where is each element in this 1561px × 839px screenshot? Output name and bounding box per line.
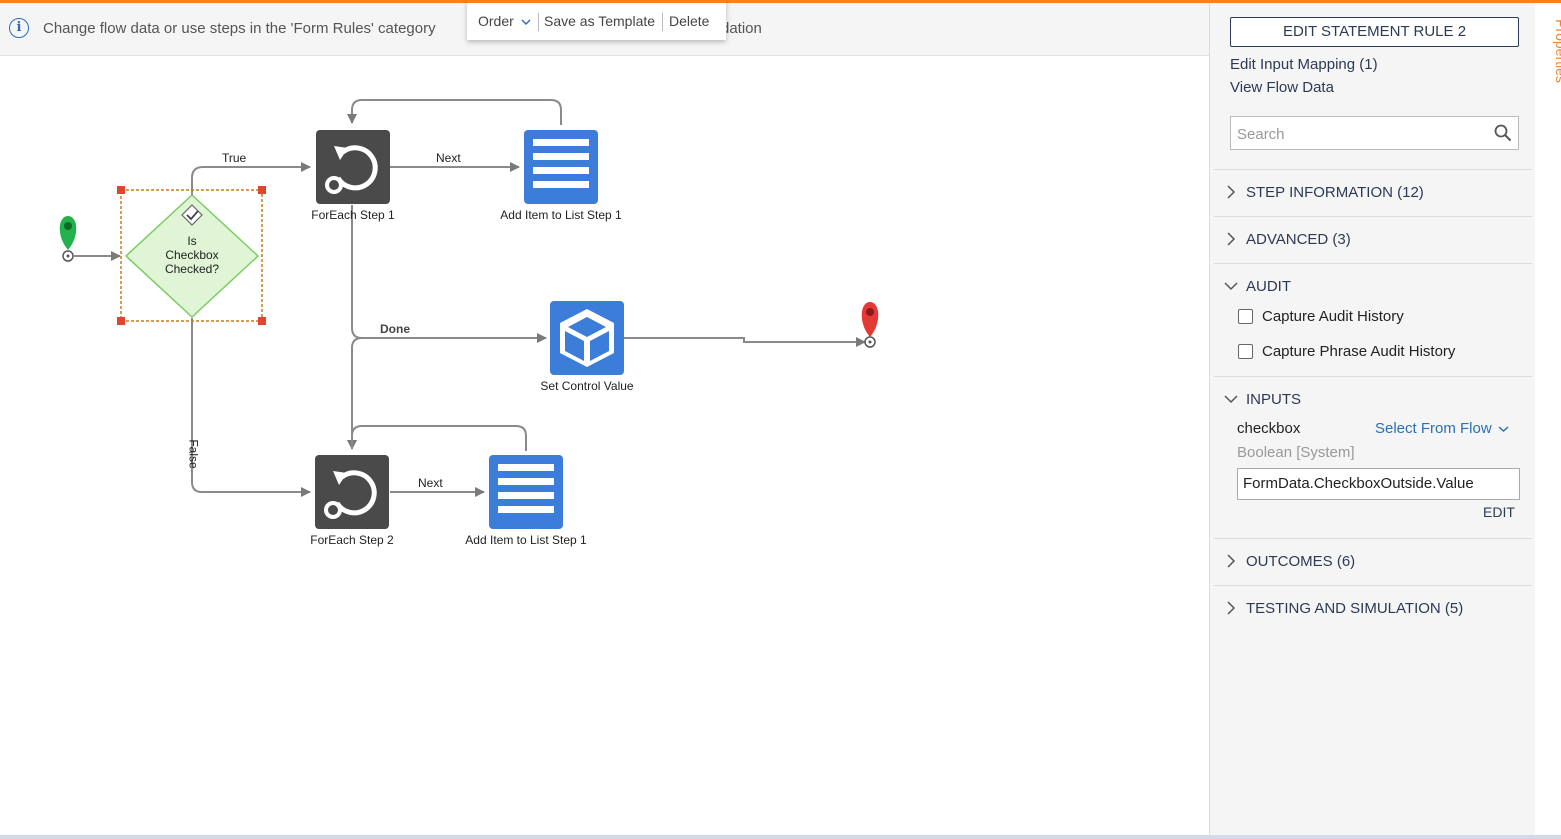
edge-label-next-1[interactable]: Next xyxy=(436,151,461,165)
decision-label-line-2: Checkbox xyxy=(165,248,219,262)
section-audit[interactable]: AUDIT xyxy=(1224,278,1291,295)
chevron-down-icon xyxy=(1498,426,1509,433)
start-pin-icon xyxy=(59,216,77,262)
search-input[interactable] xyxy=(1231,117,1489,151)
info-text: Change flow data or use steps in the 'Fo… xyxy=(43,20,436,37)
foreach-step-1-node[interactable] xyxy=(316,130,390,204)
section-divider xyxy=(1214,216,1532,217)
properties-tab-label: Properties xyxy=(1552,19,1561,83)
input-field-value[interactable]: FormData.CheckboxOutside.Value xyxy=(1237,468,1520,500)
section-divider xyxy=(1214,538,1532,539)
add-item-step-2-node[interactable] xyxy=(489,455,563,529)
menu-divider xyxy=(662,13,663,31)
chevron-right-icon xyxy=(1227,232,1236,246)
info-icon: i xyxy=(9,18,29,38)
section-step-information-label: STEP INFORMATION (12) xyxy=(1246,184,1424,201)
chevron-down-icon xyxy=(521,19,531,26)
edit-statement-rule-button[interactable]: EDIT STATEMENT RULE 2 xyxy=(1230,17,1519,47)
section-inputs[interactable]: INPUTS xyxy=(1224,391,1301,408)
select-from-flow-dropdown[interactable]: Select From Flow xyxy=(1375,420,1509,437)
section-inputs-label: INPUTS xyxy=(1246,391,1302,408)
edge-loop-1 xyxy=(347,99,562,125)
add-item-step-1-label: Add Item to List Step 1 xyxy=(500,208,622,222)
section-step-information[interactable]: STEP INFORMATION (12) xyxy=(1224,184,1424,201)
foreach-step-2-node[interactable] xyxy=(315,455,389,529)
chevron-right-icon xyxy=(1227,185,1236,199)
edit-input-link[interactable]: EDIT xyxy=(1483,504,1515,520)
context-menu: Order Save as Template Delete xyxy=(467,0,726,40)
chevron-right-icon xyxy=(1227,554,1236,568)
order-label: Order xyxy=(478,13,514,29)
section-divider xyxy=(1214,376,1532,377)
list-icon xyxy=(498,464,554,513)
edge-label-next-2[interactable]: Next xyxy=(418,476,443,490)
delete-button[interactable]: Delete xyxy=(669,13,709,29)
capture-audit-history-checkbox[interactable] xyxy=(1238,309,1253,324)
section-outcomes-label: OUTCOMES (6) xyxy=(1246,553,1356,570)
flow-connectors xyxy=(59,99,879,497)
add-item-step-2-label: Add Item to List Step 1 xyxy=(465,533,587,547)
select-from-flow-label: Select From Flow xyxy=(1375,420,1492,437)
edge-done-to-foreach2 xyxy=(347,337,363,450)
edge-loop-2 xyxy=(351,425,527,451)
properties-panel: EDIT STATEMENT RULE 2 Edit Input Mapping… xyxy=(1209,3,1535,835)
input-field-type: Boolean [System] xyxy=(1237,444,1355,461)
foreach-step-2-label: ForEach Step 2 xyxy=(310,533,394,547)
list-icon xyxy=(533,139,589,188)
section-audit-label: AUDIT xyxy=(1246,278,1291,295)
edge-true xyxy=(191,162,311,197)
section-divider xyxy=(1214,263,1532,264)
end-pin-icon xyxy=(861,302,879,348)
search-icon[interactable] xyxy=(1494,124,1512,142)
order-menu[interactable]: Order xyxy=(478,13,531,29)
cube-icon xyxy=(560,309,614,367)
view-flow-data-link[interactable]: View Flow Data xyxy=(1230,79,1334,96)
decision-label[interactable]: Is Checkbox Checked? xyxy=(152,234,232,276)
edge-false xyxy=(191,318,311,497)
loop-icon xyxy=(324,470,377,519)
section-advanced[interactable]: ADVANCED (3) xyxy=(1224,231,1351,248)
edge-label-done[interactable]: Done xyxy=(380,322,410,336)
capture-phrase-audit-history-checkbox[interactable] xyxy=(1238,344,1253,359)
foreach-step-1-label: ForEach Step 1 xyxy=(311,208,395,222)
save-as-template-button[interactable]: Save as Template xyxy=(544,13,655,29)
menu-divider xyxy=(538,13,539,31)
section-outcomes[interactable]: OUTCOMES (6) xyxy=(1224,553,1355,570)
section-testing-label: TESTING AND SIMULATION (5) xyxy=(1246,600,1464,617)
input-field-name: checkbox xyxy=(1237,420,1301,437)
chevron-right-icon xyxy=(1227,601,1236,615)
edit-input-mapping-link[interactable]: Edit Input Mapping (1) xyxy=(1230,56,1378,73)
search-box xyxy=(1230,116,1519,151)
info-text-tail: dation xyxy=(721,20,762,37)
section-testing-and-simulation[interactable]: TESTING AND SIMULATION (5) xyxy=(1224,600,1463,617)
capture-audit-history-label: Capture Audit History xyxy=(1262,308,1404,325)
set-control-value-label: Set Control Value xyxy=(540,379,634,393)
edge-label-false[interactable]: False xyxy=(187,439,201,468)
decision-label-line-3: Checked? xyxy=(164,262,220,276)
section-divider xyxy=(1214,169,1532,170)
set-control-value-node[interactable] xyxy=(550,301,624,375)
chevron-down-icon xyxy=(1224,282,1238,291)
bottom-border xyxy=(0,835,1561,839)
loop-icon xyxy=(325,145,378,194)
section-divider xyxy=(1214,585,1532,586)
capture-phrase-audit-history-row[interactable]: Capture Phrase Audit History xyxy=(1238,343,1455,360)
section-advanced-label: ADVANCED (3) xyxy=(1246,231,1351,248)
chevron-down-icon xyxy=(1224,395,1238,404)
properties-side-tab[interactable]: Properties xyxy=(1535,3,1561,835)
edge-done-to-set xyxy=(351,205,547,343)
decision-label-line-1: Is xyxy=(187,234,197,248)
flow-canvas[interactable]: Is Checkbox Checked? ForEach Step 1 Add … xyxy=(0,57,1209,835)
capture-phrase-audit-history-label: Capture Phrase Audit History xyxy=(1262,343,1456,360)
edge-label-true[interactable]: True xyxy=(222,151,246,165)
edge-set-to-end xyxy=(624,337,866,347)
capture-audit-history-row[interactable]: Capture Audit History xyxy=(1238,308,1404,325)
add-item-step-1-node[interactable] xyxy=(524,130,598,204)
